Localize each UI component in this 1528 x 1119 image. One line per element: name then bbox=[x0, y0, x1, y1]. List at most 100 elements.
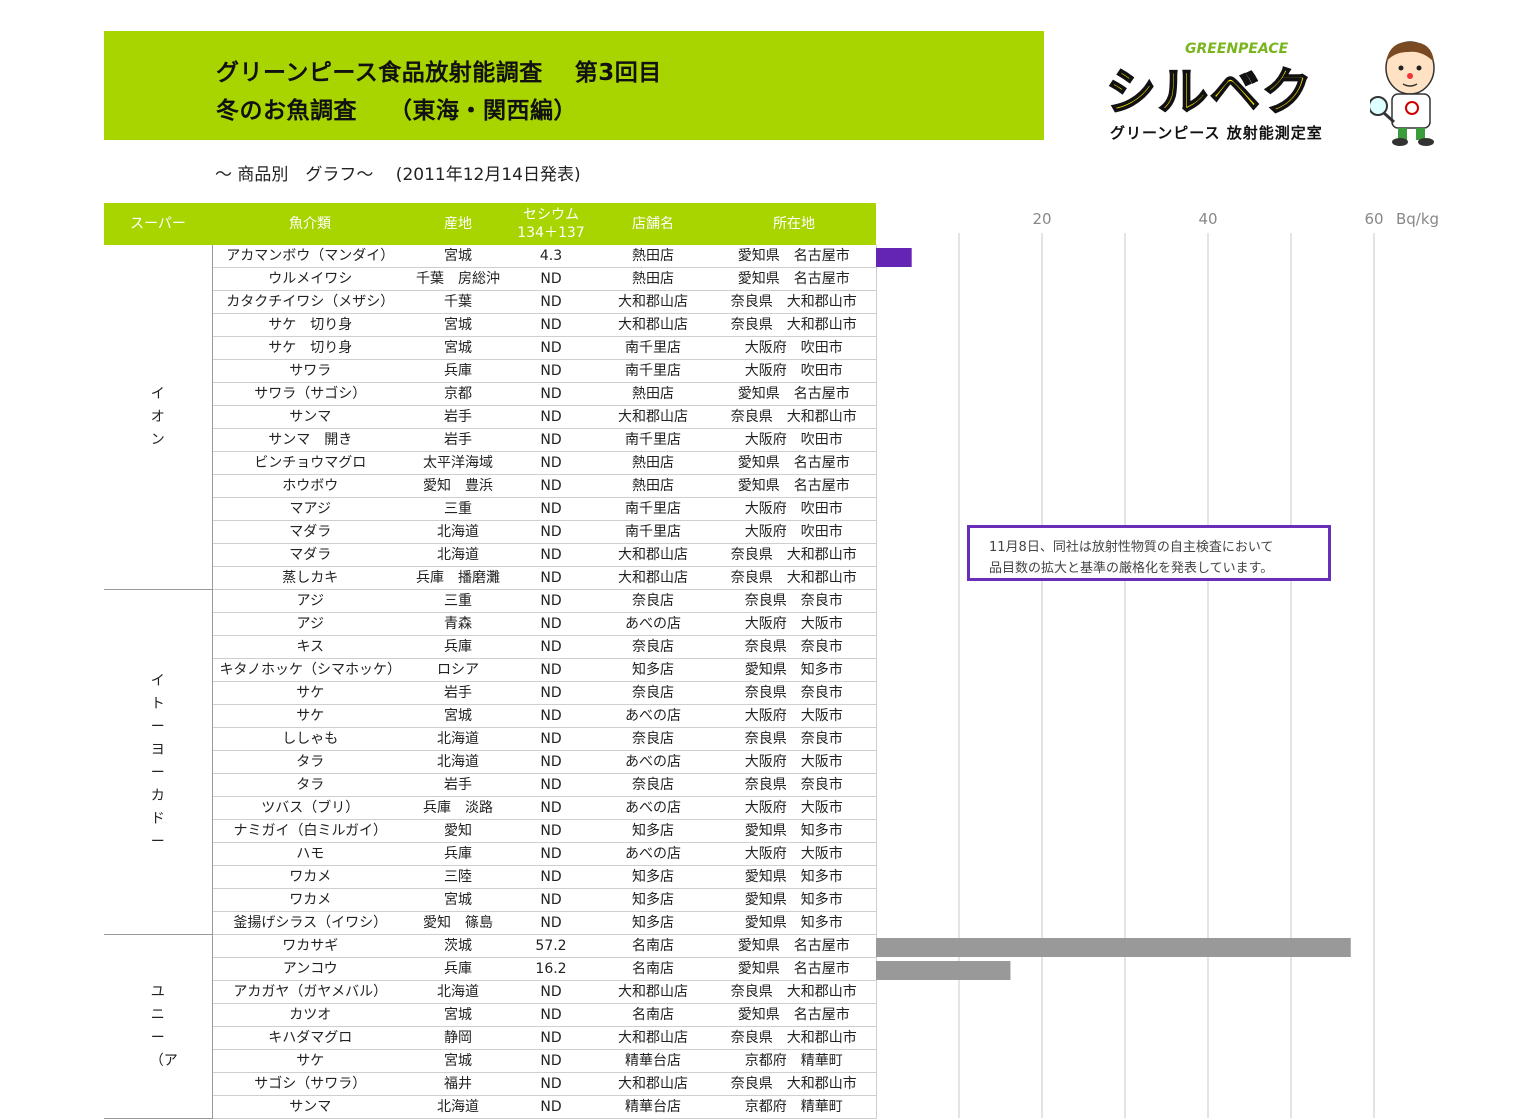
location: 大阪府 大阪市 bbox=[712, 750, 877, 774]
fish-name: サワラ（サゴシ） bbox=[212, 382, 408, 406]
fish-name: サケ bbox=[212, 1049, 408, 1073]
table-row: マダラ 北海道 ND 南千里店 大阪府 吹田市 bbox=[104, 520, 877, 544]
origin: 宮城 bbox=[408, 1049, 508, 1073]
location: 大阪府 吹田市 bbox=[712, 336, 877, 360]
cesium-value: 16.2 bbox=[508, 957, 594, 981]
annotation-line2: 品目数の拡大と基準の厳格化を発表しています。 bbox=[989, 561, 1274, 576]
cesium-value: ND bbox=[508, 704, 594, 728]
fish-name: アンコウ bbox=[212, 957, 408, 981]
origin: ロシア bbox=[408, 658, 508, 682]
cesium-value: ND bbox=[508, 566, 594, 590]
store-name: あべの店 bbox=[594, 796, 712, 820]
store-name: 奈良店 bbox=[594, 773, 712, 797]
fish-name: ししゃも bbox=[212, 727, 408, 751]
origin: 千葉 bbox=[408, 290, 508, 314]
col-header-cesium: セシウム 134＋137 bbox=[508, 203, 594, 245]
fish-name: アジ bbox=[212, 612, 408, 636]
cesium-value: ND bbox=[508, 1072, 594, 1096]
table-row: サケ 宮城 ND 精華台店 京都府 精華町 bbox=[104, 1049, 877, 1073]
store-name: 知多店 bbox=[594, 865, 712, 889]
fish-name: 釜揚げシラス（イワシ） bbox=[212, 911, 408, 935]
table-row: サゴシ（サワラ） 福井 ND 大和郡山店 奈良県 大和郡山市 bbox=[104, 1072, 877, 1096]
origin: 北海道 bbox=[408, 980, 508, 1004]
fish-name: キタノホッケ（シマホッケ） bbox=[212, 658, 408, 682]
table-row: サケ 岩手 ND 奈良店 奈良県 奈良市 bbox=[104, 681, 877, 705]
table-row: サケ 切り身 宮城 ND 南千里店 大阪府 吹田市 bbox=[104, 336, 877, 360]
fish-name: ワカメ bbox=[212, 888, 408, 912]
table-row: ハモ 兵庫 ND あべの店 大阪府 大阪市 bbox=[104, 842, 877, 866]
table-row: ワカメ 宮城 ND 知多店 愛知県 知多市 bbox=[104, 888, 877, 912]
page-title-line2: 冬のお魚調査 （東海・関西編） bbox=[216, 98, 578, 124]
origin: 兵庫 bbox=[408, 635, 508, 659]
table-row: ナミガイ（白ミルガイ） 愛知 ND 知多店 愛知県 知多市 bbox=[104, 819, 877, 843]
location: 愛知県 名古屋市 bbox=[712, 1003, 877, 1027]
location: 愛知県 名古屋市 bbox=[712, 382, 877, 406]
fish-name: タラ bbox=[212, 773, 408, 797]
table-row: ワカメ 三陸 ND 知多店 愛知県 知多市 bbox=[104, 865, 877, 889]
origin: 三陸 bbox=[408, 865, 508, 889]
origin: 茨城 bbox=[408, 934, 508, 958]
unit-label: Bq/kg bbox=[1396, 210, 1439, 228]
fish-name: カツオ bbox=[212, 1003, 408, 1027]
fish-name: マダラ bbox=[212, 520, 408, 544]
location: 奈良県 大和郡山市 bbox=[712, 290, 877, 314]
cesium-value: ND bbox=[508, 589, 594, 613]
table-row: ビンチョウマグロ 太平洋海域 ND 熱田店 愛知県 名古屋市 bbox=[104, 451, 877, 475]
cesium-value: ND bbox=[508, 911, 594, 935]
origin: 千葉 房総沖 bbox=[408, 267, 508, 291]
location: 大阪府 吹田市 bbox=[712, 497, 877, 521]
store-name: 知多店 bbox=[594, 658, 712, 682]
store-name: 名南店 bbox=[594, 957, 712, 981]
table-row: イトーヨーカドー アジ 三重 ND 奈良店 奈良県 奈良市 bbox=[104, 589, 877, 935]
origin: 三重 bbox=[408, 497, 508, 521]
store-name: 奈良店 bbox=[594, 635, 712, 659]
cesium-value: ND bbox=[508, 865, 594, 889]
cesium-value: ND bbox=[508, 267, 594, 291]
brand-logo-text: シルベク bbox=[1105, 63, 1314, 121]
table-row: カタクチイワシ（メザシ） 千葉 ND 大和郡山店 奈良県 大和郡山市 bbox=[104, 290, 877, 314]
cesium-value: ND bbox=[508, 796, 594, 820]
location: 大阪府 吹田市 bbox=[712, 520, 877, 544]
col-header-fish: 魚介類 bbox=[212, 203, 408, 245]
cesium-value: ND bbox=[508, 474, 594, 498]
location: 奈良県 大和郡山市 bbox=[712, 980, 877, 1004]
cesium-value: ND bbox=[508, 290, 594, 314]
table-row: サンマ 岩手 ND 大和郡山店 奈良県 大和郡山市 bbox=[104, 405, 877, 429]
origin: 福井 bbox=[408, 1072, 508, 1096]
fish-name: アカマンボウ（マンダイ） bbox=[212, 245, 408, 268]
page-subtitle: 〜 商品別 グラフ〜 (2011年12月14日発表) bbox=[215, 165, 581, 185]
store-name: 南千里店 bbox=[594, 336, 712, 360]
cesium-value: ND bbox=[508, 727, 594, 751]
cesium-value: ND bbox=[508, 520, 594, 544]
cesium-value: ND bbox=[508, 773, 594, 797]
cesium-value: ND bbox=[508, 359, 594, 383]
table-row: サケ 宮城 ND あべの店 大阪府 大阪市 bbox=[104, 704, 877, 728]
location: 京都府 精華町 bbox=[712, 1095, 877, 1119]
fish-name: キス bbox=[212, 635, 408, 659]
store-name: 熱田店 bbox=[594, 382, 712, 406]
table-row: キハダマグロ 静岡 ND 大和郡山店 奈良県 大和郡山市 bbox=[104, 1026, 877, 1050]
fish-name: キハダマグロ bbox=[212, 1026, 408, 1050]
table-row: ツバス（ブリ） 兵庫 淡路 ND あべの店 大阪府 大阪市 bbox=[104, 796, 877, 820]
cesium-value: ND bbox=[508, 635, 594, 659]
table-row: アカガヤ（ガヤメバル） 北海道 ND 大和郡山店 奈良県 大和郡山市 bbox=[104, 980, 877, 1004]
location: 奈良県 大和郡山市 bbox=[712, 1026, 877, 1050]
table-row: イオン アカマンボウ（マンダイ） 宮城 4.3 熱田店 愛知県 名古屋市 bbox=[104, 245, 877, 590]
fish-name: マダラ bbox=[212, 543, 408, 567]
annotation-box: 11月8日、同社は放射性物質の自主検査において 品目数の拡大と基準の厳格化を発表… bbox=[967, 525, 1331, 581]
cesium-value: ND bbox=[508, 497, 594, 521]
location: 奈良県 奈良市 bbox=[712, 727, 877, 751]
supermarket-name-text: イオン bbox=[150, 385, 165, 448]
table-row: サンマ 北海道 ND 精華台店 京都府 精華町 bbox=[104, 1095, 877, 1119]
cesium-value: ND bbox=[508, 1095, 594, 1119]
location: 愛知県 名古屋市 bbox=[712, 474, 877, 498]
store-name: 大和郡山店 bbox=[594, 980, 712, 1004]
fish-name: ビンチョウマグロ bbox=[212, 451, 408, 475]
col-header-cesium-line2: 134＋137 bbox=[517, 225, 585, 241]
origin: 宮城 bbox=[408, 704, 508, 728]
tick-label: 20 bbox=[1032, 210, 1051, 228]
bar bbox=[876, 248, 912, 267]
store-name: 奈良店 bbox=[594, 727, 712, 751]
location: 愛知県 知多市 bbox=[712, 658, 877, 682]
fish-name: サゴシ（サワラ） bbox=[212, 1072, 408, 1096]
